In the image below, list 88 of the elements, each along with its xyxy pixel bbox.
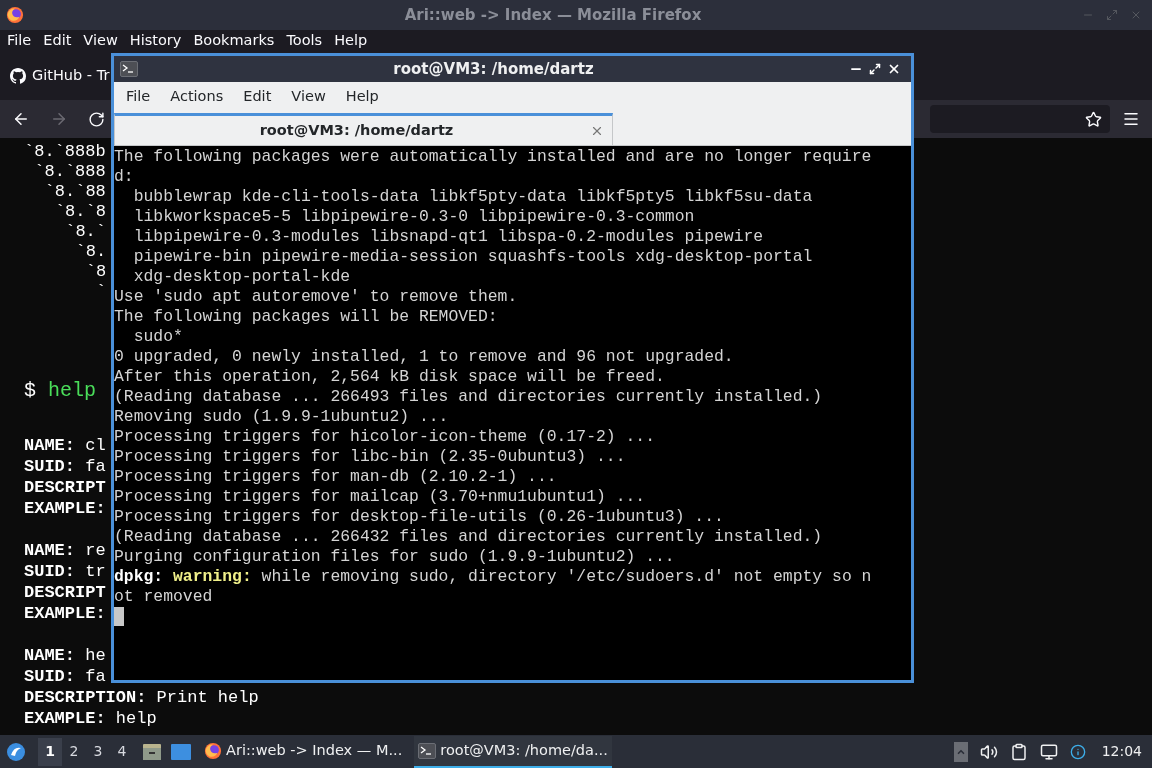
help-field: SUID: fa — [24, 666, 106, 687]
output-line: sudo* — [132, 327, 183, 347]
output-line: libpipewire-0.3-modules libsnapd-qt1 libspa-0.2-modules pipewire — [132, 227, 764, 247]
output-line: 0 upgraded, 0 newly installed, 1 to remove and 96 not upgraded. — [114, 347, 734, 367]
address-field[interactable] — [930, 105, 1110, 133]
clipboard-icon[interactable] — [1009, 742, 1028, 761]
menu-item[interactable]: File — [4, 30, 35, 52]
command-text: help — [48, 379, 97, 402]
tray-expander-icon[interactable] — [953, 741, 968, 762]
menu-item[interactable]: View — [80, 30, 121, 52]
notification-icon[interactable] — [1069, 743, 1086, 760]
help-field: DESCRIPT — [24, 582, 106, 603]
output-line: (Reading database ... 266432 files and directories currently installed.) — [114, 527, 823, 547]
firefox-icon — [204, 741, 222, 760]
help-field: SUID: tr — [24, 561, 106, 582]
output-line: Processing triggers for mailcap (3.70+nmu1ubuntu1) ... — [114, 487, 646, 507]
output-line: d: — [114, 167, 134, 187]
help-field: EXAMPLE: — [24, 603, 106, 624]
terminal-tab[interactable]: root@VM3: /home/dartz — [114, 113, 613, 145]
output-line: xdg-desktop-portal-kde — [132, 267, 351, 287]
output-line: The following packages will be REMOVED: — [114, 307, 498, 327]
browser-tab[interactable]: GitHub - Tr — [10, 65, 110, 87]
help-field: NAME: cl — [24, 435, 106, 456]
output-line: ot removed — [114, 587, 213, 607]
help-field: EXAMPLE: help — [24, 708, 157, 729]
taskbar-task[interactable]: Ari::web -> Index — M... — [200, 735, 407, 768]
github-icon — [10, 68, 26, 84]
output-line: (Reading database ... 266493 files and directories currently installed.) — [114, 387, 823, 407]
menu-item[interactable]: Edit — [40, 30, 75, 52]
terminal-icon — [120, 61, 138, 77]
ascii-art-line: `8. — [75, 242, 107, 262]
output-line: pipewire-bin pipewire-media-session squashfs-tools xdg-desktop-portal — [132, 247, 813, 267]
output-line: Processing triggers for desktop-file-utils (0.26-1ubuntu3) ... — [114, 507, 724, 527]
help-field: DESCRIPT — [24, 477, 106, 498]
workspace-button[interactable]: 4 — [110, 737, 134, 766]
prompt-symbol: $ — [24, 379, 36, 402]
help-field: DESCRIPTION: Print help — [24, 687, 259, 708]
output-line: Purging configuration files for sudo (1.9.9-1ubuntu2) ... — [114, 547, 675, 567]
start-menu-icon[interactable] — [6, 741, 26, 762]
ascii-art-line: `8.`888 — [34, 162, 106, 182]
help-field: EXAMPLE: — [24, 498, 106, 519]
tab-title: root@VM3: /home/dartz — [258, 120, 455, 140]
menu-item[interactable]: View — [283, 86, 334, 108]
clock[interactable]: 12:04 — [1101, 741, 1142, 762]
taskbar-task[interactable]: root@VM3: /home/da... — [414, 735, 612, 768]
help-field: NAME: he — [24, 645, 106, 666]
menu-item[interactable]: Help — [331, 30, 371, 52]
menu-icon[interactable] — [1122, 110, 1140, 128]
terminal-icon — [418, 742, 437, 759]
output-line: After this operation, 2,564 kB disk space will be freed. — [114, 367, 665, 387]
help-field: SUID: fa — [24, 456, 106, 477]
output-line: The following packages were automatically installed and are no longer require — [114, 147, 872, 167]
ascii-art-line: `8.`8 — [54, 202, 106, 222]
ascii-art-line: ` — [96, 282, 107, 302]
menu-item[interactable]: Bookmarks — [190, 30, 278, 52]
menu-item[interactable]: Help — [337, 86, 387, 108]
menu-item[interactable]: File — [118, 86, 159, 108]
close-icon[interactable] — [887, 62, 901, 76]
output-line: Removing sudo (1.9.9-1ubuntu2) ... — [114, 407, 449, 427]
workspace-button[interactable]: 2 — [62, 737, 86, 766]
ascii-art-line: `8.`888b — [24, 142, 106, 162]
workspace-button[interactable]: 1 — [38, 737, 62, 766]
volume-icon[interactable] — [979, 742, 998, 761]
menu-item[interactable]: Actions — [162, 86, 232, 108]
desktop-icon[interactable] — [170, 742, 192, 761]
output-line: Processing triggers for man-db (2.10.2-1) ... — [114, 467, 557, 487]
output-line: bubblewrap kde-cli-tools-data libkf5pty-data libkf5pty5 libkf5su-data — [132, 187, 813, 207]
menu-item[interactable]: Edit — [235, 86, 280, 108]
ascii-art-line: `8.` — [65, 222, 106, 242]
output-line: libkworkspace5-5 libpipewire-0.3-0 libpipewire-0.3-common — [132, 207, 695, 227]
output-line: Use 'sudo apt autoremove' to remove them. — [114, 287, 518, 307]
maximize-icon[interactable] — [869, 63, 881, 75]
window-title: Ari::web -> Index — Mozilla Firefox — [403, 4, 703, 26]
ascii-art-line: `8 — [85, 262, 107, 282]
bookmark-star-icon[interactable] — [1085, 110, 1102, 128]
back-icon[interactable] — [12, 110, 30, 128]
output-line: dpkg: warning: while removing sudo, directory '/etc/sudoers.d' not empty so n — [114, 567, 872, 587]
reload-icon[interactable] — [88, 110, 105, 128]
menu-item[interactable]: History — [126, 30, 185, 52]
menu-item[interactable]: Tools — [283, 30, 326, 52]
workspace-button[interactable]: 3 — [86, 737, 110, 766]
window-title: root@VM3: /home/dartz — [392, 58, 595, 80]
ascii-art-line: `8.`88 — [44, 182, 106, 202]
firefox-icon — [6, 6, 24, 24]
help-field: NAME: re — [24, 540, 106, 561]
file-manager-icon[interactable] — [142, 742, 162, 761]
output-line: Processing triggers for libc-bin (2.35-0ubuntu3) ... — [114, 447, 626, 467]
output-line: Processing triggers for hicolor-icon-theme (0.17-2) ... — [114, 427, 655, 447]
